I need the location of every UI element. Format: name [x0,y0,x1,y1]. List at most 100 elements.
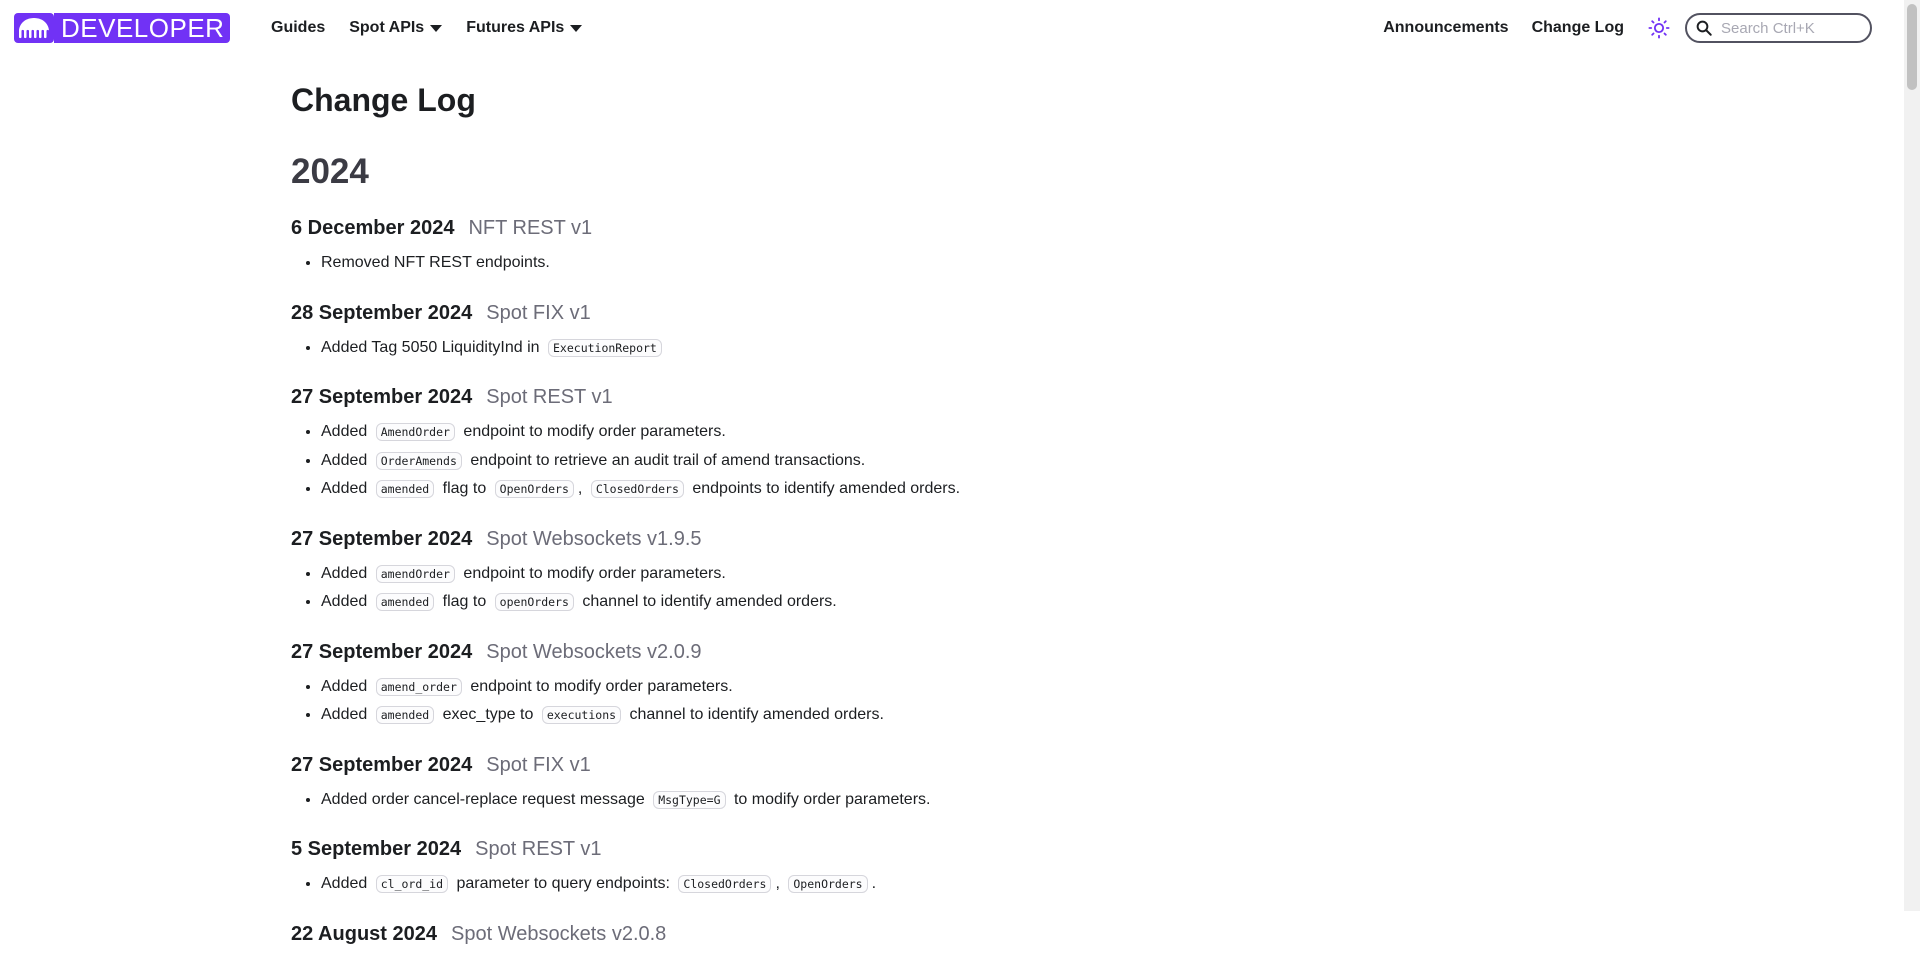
changelog-entry: 28 September 2024 Spot FIX v1 Added Tag 50… [291,302,1491,363]
inline-code: ExecutionReport [548,338,662,357]
inline-code: OpenOrders [788,875,868,893]
entry-heading: 5 September 2024 Spot REST v1 [291,838,1491,870]
entry-api-tag: Spot FIX v1 [486,753,591,776]
item-text: Added [321,875,372,892]
entry-api-tag: Spot REST v1 [475,838,602,860]
changelog-entry: 5 September 2024 Spot REST v1 Added cl_ord… [291,838,1491,899]
entry-items: Added amend_order endpoint to modify ord… [291,673,1491,730]
entry-date: 27 September 2024 [291,527,473,550]
caret-down-icon [570,24,583,32]
inline-code: ClosedOrders [678,875,772,893]
changelog-entry: 22 August 2024 Spot Websockets v2.0.8 [291,923,1491,955]
inline-code: executions [541,706,622,724]
inline-code: amended [375,593,435,611]
list-item: Added Tag 5050 LiquidityInd in Execution… [321,334,1491,363]
item-text: to modify order parameters. [729,790,931,808]
item-text: parameter to query endpoints: [452,875,675,892]
changelog-entry: 27 September 2024 Spot FIX v1 Added order … [291,754,1491,815]
entry-heading: 6 December 2024 NFT REST v1 [291,217,1491,249]
changelog-entry: 27 September 2024 Spot Websockets v2.0.9 A… [291,641,1491,730]
entry-items: Added Tag 5050 LiquidityInd in Execution… [291,334,1491,363]
entry-heading: 27 September 2024 Spot FIX v1 [291,754,1491,786]
changelog-entry: 27 September 2024 Spot Websockets v1.9.5 A… [291,528,1491,617]
changelog-entries: 6 December 2024 NFT REST v1 Removed NFT RE… [291,217,1491,955]
search-icon [1696,20,1712,36]
theme-toggle-button[interactable] [1647,16,1671,40]
entry-items: Added AmendOrder endpoint to modify orde… [291,418,1491,504]
item-text: Added [321,451,372,469]
inline-code: openOrders [494,593,574,611]
item-text: flag to [438,480,491,497]
changelog-entry: 27 September 2024 Spot REST v1 Added Amend… [291,386,1491,504]
entry-date: 5 September 2024 [291,838,462,860]
search-box[interactable] [1685,13,1872,43]
item-text: exec_type to [438,706,538,723]
main-nav: Guides Spot APIs Futures APIs [271,16,606,40]
nav-guides[interactable]: Guides [271,16,325,40]
caret-down-icon [430,24,443,32]
nav-link-label: Spot APIs [349,19,425,36]
entry-items: Added cl_ord_id parameter to query endpo… [291,870,1491,899]
item-text: Added [321,593,372,610]
nav-futures-apis[interactable]: Futures APIs [466,16,583,40]
item-text: endpoint to retrieve an audit trail of a… [465,451,866,469]
entry-api-tag: Spot Websockets v2.0.9 [486,640,702,663]
inline-code: amendOrder [375,564,455,583]
entry-api-tag: Spot Websockets v1.9.5 [486,527,702,550]
entry-items: Removed NFT REST endpoints. [291,249,1491,278]
entry-date: 6 December 2024 [291,217,455,239]
entry-api-tag: Spot Websockets v2.0.8 [451,922,667,945]
logo-text: DEVELOPER [54,13,231,43]
developer-logo[interactable]: DEVELOPER [14,13,231,43]
item-text: . [871,875,877,892]
year-heading: 2024 [291,152,369,191]
inline-code: amend_order [375,677,462,696]
page-scrollbar[interactable] [1904,0,1920,911]
item-text: Removed NFT REST endpoints. [321,254,550,271]
entry-items: Added amendOrder endpoint to modify orde… [291,560,1491,617]
search-input[interactable] [1719,18,1859,38]
entry-date: 28 September 2024 [291,301,473,324]
item-text: Added [321,677,372,695]
entry-api-tag: Spot REST v1 [486,386,613,408]
inline-code: MsgType=G [653,790,726,809]
nav-link-label: Futures APIs [466,19,565,36]
entry-heading: 28 September 2024 Spot FIX v1 [291,302,1491,334]
list-item: Added order cancel-replace request messa… [321,786,1491,815]
item-text: channel to identify amended orders. [577,593,837,610]
entry-heading: 27 September 2024 Spot Websockets v1.9.5 [291,528,1491,560]
page-title: Change Log [291,82,476,118]
nav-link-label: Guides [271,19,326,36]
top-navbar: DEVELOPER Guides Spot APIs Futures APIs An… [0,0,1904,55]
main-content: Change Log 2024 6 December 2024 NFT REST … [291,72,1491,955]
list-item: Added AmendOrder endpoint to modify orde… [321,418,1491,447]
inline-code: OpenOrders [494,480,574,498]
list-item: Removed NFT REST endpoints. [321,249,1491,278]
item-text: , [775,875,785,892]
inline-code: OrderAmends [375,451,462,470]
kraken-logo-icon [14,13,54,43]
inline-code: amended [375,480,435,498]
list-item: Added amended flag to openOrders channel… [321,588,1491,617]
list-item: Added amended exec_type to executions ch… [321,701,1491,730]
entry-heading: 27 September 2024 Spot Websockets v2.0.9 [291,641,1491,673]
secondary-nav: Announcements Change Log [1383,13,1872,43]
item-text: Added Tag 5050 LiquidityInd in [321,338,544,356]
changelog-entry: 6 December 2024 NFT REST v1 Removed NFT RE… [291,217,1491,278]
item-text: channel to identify amended orders. [625,706,884,723]
list-item: Added amend_order endpoint to modify ord… [321,673,1491,702]
entry-date: 27 September 2024 [291,640,473,663]
nav-announcements[interactable]: Announcements [1383,16,1508,40]
list-item: Added cl_ord_id parameter to query endpo… [321,870,1491,899]
nav-spot-apis[interactable]: Spot APIs [349,16,443,40]
item-text: Added [321,480,372,497]
nav-change-log[interactable]: Change Log [1532,16,1624,40]
item-text: Added order cancel-replace request messa… [321,790,650,808]
inline-code: ClosedOrders [590,480,684,498]
item-text: Added [321,564,372,582]
sun-icon [1648,17,1670,39]
item-text: flag to [438,593,491,610]
item-text: Added [321,423,372,440]
scrollbar-thumb[interactable] [1907,4,1917,90]
entry-date: 22 August 2024 [291,922,437,945]
